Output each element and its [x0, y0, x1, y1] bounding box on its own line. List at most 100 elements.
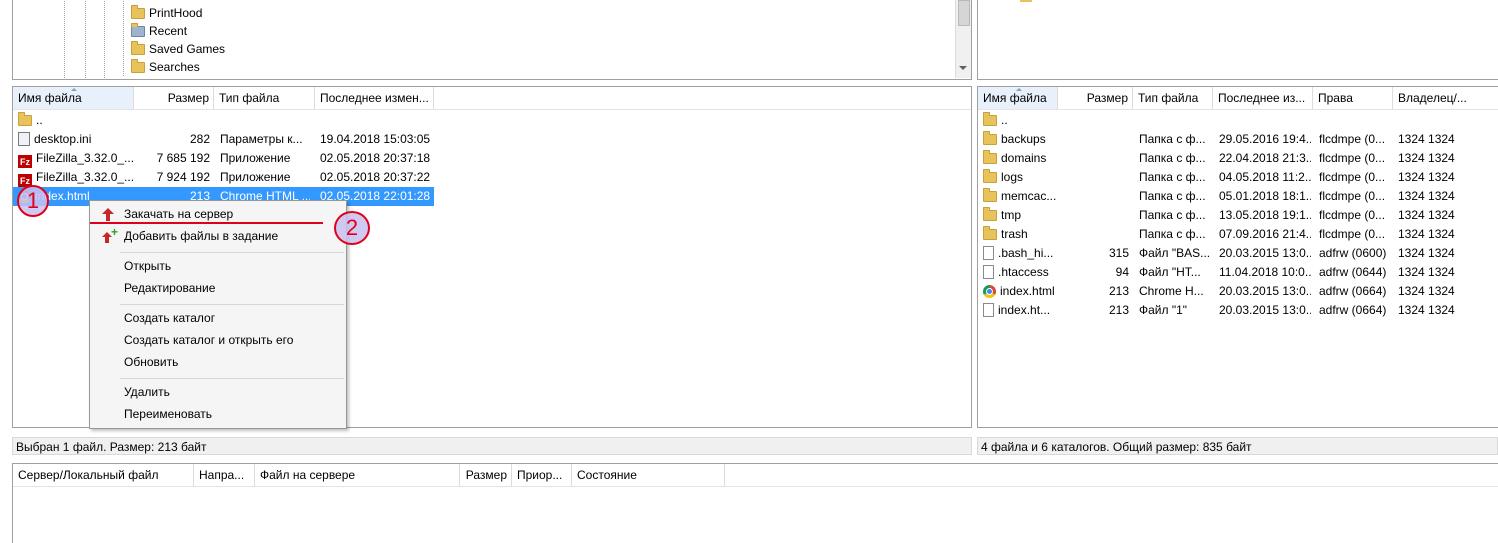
folder-icon: [131, 41, 145, 55]
file-owner: 1324 1324: [1398, 151, 1455, 165]
tree-item-label: Saved Games: [149, 42, 226, 56]
file-size: 213: [1108, 303, 1129, 317]
file-icon: [983, 246, 994, 260]
file-type: Chrome H...: [1139, 284, 1204, 298]
file-row[interactable]: logs Папка с ф... 04.05.2018 11:2... flcdmp…: [978, 168, 1498, 187]
file-type: Папка с ф...: [1139, 132, 1206, 146]
file-type: Папка с ф...: [1139, 189, 1206, 203]
col-header-remote-file[interactable]: Файл на сервере: [255, 464, 460, 486]
file-type: Приложение: [220, 170, 291, 184]
ini-file-icon: [18, 132, 30, 146]
local-status-bar: Выбран 1 файл. Размер: 213 байт: [12, 437, 972, 455]
remote-status-bar: 4 файла и 6 каталогов. Общий размер: 835…: [977, 437, 1498, 455]
file-owner: 1324 1324: [1398, 284, 1455, 298]
file-row[interactable]: Fz FileZilla_3.32.0_... 7 685 192 Приложе…: [13, 149, 434, 168]
folder-icon: [983, 150, 997, 164]
file-row[interactable]: index.ht... 213 Файл "1" 20.03.2015 13:0...…: [978, 301, 1498, 320]
col-header-size[interactable]: Размер: [134, 87, 214, 109]
file-row[interactable]: .bash_hi... 315 Файл "BAS... 20.03.2015 13:…: [978, 244, 1498, 263]
col-header-status[interactable]: Состояние: [572, 464, 725, 486]
col-header-owner[interactable]: Владелец/...: [1393, 87, 1498, 109]
file-owner: 1324 1324: [1398, 170, 1455, 184]
file-type: Файл "1": [1139, 303, 1188, 317]
col-header-direction[interactable]: Напра...: [194, 464, 255, 486]
file-row[interactable]: index.html 213 Chrome H... 20.03.2015 13:0.…: [978, 282, 1498, 301]
file-owner: 1324 1324: [1398, 246, 1455, 260]
folder-icon: [983, 207, 997, 221]
file-name: .htaccess: [998, 265, 1049, 279]
col-header-modified[interactable]: Последнее измен...: [315, 87, 434, 109]
col-header-permissions[interactable]: Права: [1313, 87, 1393, 109]
tree-item-label: Searches: [149, 60, 200, 74]
transfer-queue[interactable]: Сервер/Локальный файл Напра... Файл на с…: [12, 463, 1498, 543]
menu-item-add-to-queue[interactable]: + Добавить файлы в задание: [92, 225, 344, 247]
file-row[interactable]: memcac... Папка с ф... 05.01.2018 18:1... f…: [978, 187, 1498, 206]
file-modified: 20.03.2015 13:0...: [1219, 246, 1311, 260]
context-menu[interactable]: Закачать на сервер + Добавить файлы в за…: [89, 200, 347, 429]
folder-search-icon: [131, 59, 145, 73]
tree-item-recent[interactable]: Recent: [131, 22, 187, 40]
col-header-type[interactable]: Тип файла: [214, 87, 315, 109]
col-header-server-local-file[interactable]: Сервер/Локальный файл: [13, 464, 194, 486]
file-size: [1058, 206, 1129, 225]
file-icon: [983, 303, 994, 317]
file-modified: 11.04.2018 10:0...: [1219, 265, 1311, 279]
file-row-parent[interactable]: ..: [978, 111, 1498, 130]
scroll-thumb[interactable]: [958, 0, 970, 26]
sort-ascending-icon: [1016, 88, 1022, 91]
local-list-header: Имя файла Размер Тип файла Последнее изм…: [13, 87, 971, 110]
col-header-priority[interactable]: Приор...: [512, 464, 572, 486]
file-name: ..: [1001, 113, 1008, 127]
col-header-type[interactable]: Тип файла: [1133, 87, 1213, 109]
file-permissions: flcdmpe (0...: [1319, 189, 1386, 203]
menu-item-create-and-open-directory[interactable]: Создать каталог и открыть его: [92, 329, 344, 351]
file-size: 7 685 192: [156, 151, 210, 165]
file-owner: 1324 1324: [1398, 132, 1455, 146]
tree-item-printhood[interactable]: PrintHood: [131, 4, 202, 22]
file-row[interactable]: tmp Папка с ф... 13.05.2018 19:1... flcdmpe…: [978, 206, 1498, 225]
remote-directory-tree[interactable]: [977, 0, 1498, 80]
add-to-queue-stem: [105, 237, 109, 243]
file-modified: 29.05.2016 19:4...: [1219, 132, 1311, 146]
file-name: trash: [1001, 227, 1028, 241]
file-row[interactable]: .htaccess 94 Файл "HT... 11.04.2018 10:0...…: [978, 263, 1498, 282]
file-type: Папка с ф...: [1139, 227, 1206, 241]
menu-item-edit[interactable]: Редактирование: [92, 277, 344, 299]
file-type: Параметры к...: [220, 132, 303, 146]
remote-file-list[interactable]: Имя файла Размер Тип файла Последнее из.…: [977, 86, 1498, 428]
file-modified: 02.05.2018 20:37:22: [320, 170, 431, 184]
file-row[interactable]: domains Папка с ф... 22.04.2018 21:3... flc…: [978, 149, 1498, 168]
menu-item-create-directory[interactable]: Создать каталог: [92, 307, 344, 329]
menu-item-refresh[interactable]: Обновить: [92, 351, 344, 373]
menu-item-delete[interactable]: Удалить: [92, 381, 344, 403]
file-row[interactable]: backups Папка с ф... 29.05.2016 19:4... flc…: [978, 130, 1498, 149]
file-modified: 07.09.2016 21:4...: [1219, 227, 1311, 241]
menu-item-rename[interactable]: Переименовать: [92, 403, 344, 425]
file-permissions: adfrw (0644): [1319, 265, 1387, 279]
tree-item-saved-games[interactable]: Saved Games: [131, 40, 225, 58]
col-header-size[interactable]: Размер: [1058, 87, 1133, 109]
file-name: desktop.ini: [34, 132, 92, 146]
tree-item-label: PrintHood: [149, 6, 203, 20]
file-name: memcac...: [1001, 189, 1057, 203]
file-row[interactable]: desktop.ini 282 Параметры к... 19.04.201…: [13, 130, 434, 149]
menu-item-open[interactable]: Открыть: [92, 255, 344, 277]
file-row[interactable]: Fz FileZilla_3.32.0_... 7 924 192 Приложе…: [13, 168, 434, 187]
file-row[interactable]: trash Папка с ф... 07.09.2016 21:4... flcdm…: [978, 225, 1498, 244]
tree-item-searches[interactable]: Searches: [131, 58, 200, 76]
file-owner: 1324 1324: [1398, 189, 1455, 203]
file-size: [1058, 149, 1129, 168]
col-header-modified[interactable]: Последнее из...: [1213, 87, 1313, 109]
chrome-icon: [983, 285, 996, 298]
col-header-filename[interactable]: Имя файла: [13, 87, 134, 109]
file-row-parent[interactable]: ..: [13, 111, 434, 130]
file-owner: 1324 1324: [1398, 208, 1455, 222]
tree-vertical-scrollbar[interactable]: [955, 0, 971, 78]
scroll-down-arrow-icon[interactable]: [959, 66, 967, 70]
file-size: [1058, 168, 1129, 187]
col-header-filename[interactable]: Имя файла: [978, 87, 1058, 109]
file-modified: 13.05.2018 19:1...: [1219, 208, 1311, 222]
local-directory-tree[interactable]: PrintHood Recent Saved Games Searches: [12, 0, 972, 80]
file-modified: [1219, 111, 1311, 130]
col-header-size[interactable]: Размер: [460, 464, 512, 486]
